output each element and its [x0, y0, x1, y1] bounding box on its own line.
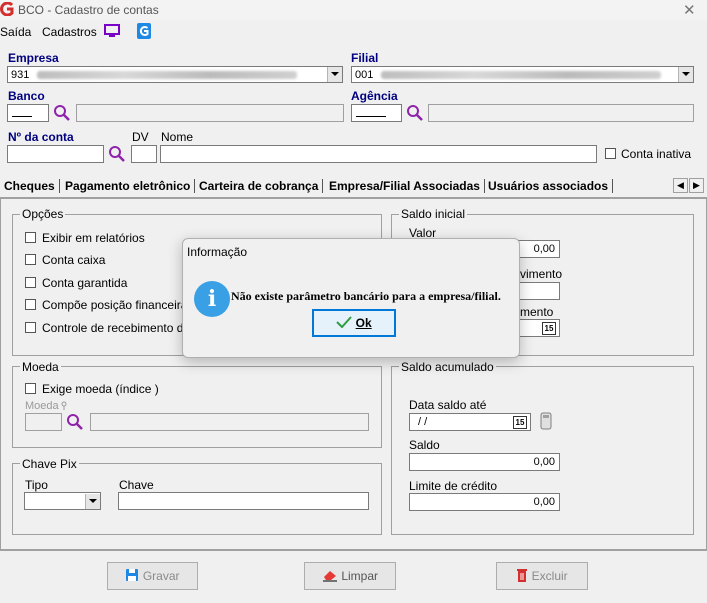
moeda-title: Moeda: [20, 360, 61, 374]
chave-input[interactable]: [118, 492, 369, 510]
conta-input[interactable]: [7, 145, 104, 163]
gravar-button[interactable]: Gravar: [107, 562, 198, 590]
agencia-code-input[interactable]: [351, 104, 402, 122]
tab-scroll-left-button[interactable]: ◀: [673, 178, 688, 193]
chave-label: Chave: [119, 478, 154, 492]
ok-button[interactable]: Ok: [312, 309, 396, 337]
agencia-search-icon[interactable]: [406, 104, 424, 122]
nome-label: Nome: [161, 130, 194, 144]
banco-label: Banco: [8, 89, 45, 103]
moeda-code-input[interactable]: [25, 413, 62, 431]
saldo-acumulado-title: Saldo acumulado: [399, 360, 496, 374]
menu-saida[interactable]: Saída: [0, 25, 31, 39]
conta-inativa-checkbox[interactable]: [605, 148, 616, 159]
chevron-down-icon: [331, 72, 339, 76]
lancamento-label: mento: [520, 305, 554, 319]
saldo-input[interactable]: 0,00: [409, 453, 560, 471]
title-bar: BCO - Cadastro de contas ✕: [0, 0, 707, 20]
tab-usuarios-associados[interactable]: Usuários associados: [484, 179, 614, 193]
tab-cheques[interactable]: Cheques: [0, 179, 60, 193]
tipo-dropdown-button[interactable]: [85, 494, 100, 509]
app-shortcut-icon[interactable]: [137, 23, 151, 39]
controle-recebimento-checkbox[interactable]: [25, 322, 36, 333]
banco-code-input[interactable]: [7, 104, 49, 122]
tab-pagamento-eletronico[interactable]: Pagamento eletrônico: [61, 179, 196, 193]
key-icon: [61, 401, 67, 410]
tipo-label: Tipo: [25, 478, 48, 492]
chave-pix-title: Chave Pix: [20, 457, 79, 471]
dialog-title: Informação: [187, 245, 248, 259]
save-icon: [126, 569, 139, 581]
menu-bar: Saída Cadastros: [0, 21, 707, 45]
compoe-posicao-checkbox[interactable]: [25, 299, 36, 310]
agencia-name-field: [428, 104, 694, 122]
calculator-icon[interactable]: [540, 412, 552, 430]
tab-scroll-right-button[interactable]: ▶: [689, 178, 704, 193]
banco-search-icon[interactable]: [53, 104, 71, 122]
menu-cadastros[interactable]: Cadastros: [42, 25, 97, 39]
footer-separator: [0, 550, 707, 551]
empresa-select[interactable]: 931: [7, 66, 343, 83]
monitor-icon[interactable]: [104, 24, 120, 39]
nome-input[interactable]: [160, 145, 597, 163]
chevron-down-icon: [89, 499, 97, 503]
exige-moeda-checkbox[interactable]: [25, 383, 36, 394]
saldo-inicial-title: Saldo inicial: [399, 207, 468, 221]
limite-credito-label: Limite de crédito: [409, 479, 498, 493]
app-logo-icon: [0, 2, 14, 16]
window-title: BCO - Cadastro de contas: [18, 3, 159, 17]
conta-search-icon[interactable]: [108, 145, 126, 163]
filial-label: Filial: [351, 51, 379, 65]
filial-select[interactable]: 001: [351, 66, 694, 83]
opcoes-title: Opções: [20, 207, 66, 221]
filial-dropdown-button[interactable]: [678, 67, 693, 82]
exige-moeda-label: Exige moeda (índice ): [42, 382, 159, 396]
excluir-button[interactable]: Excluir: [496, 562, 588, 590]
tab-bar: Cheques Pagamento eletrônico Carteira de…: [0, 177, 707, 198]
conta-garantida-checkbox[interactable]: [25, 277, 36, 288]
exibir-relatorios-checkbox[interactable]: [25, 232, 36, 243]
tab-carteira-cobranca[interactable]: Carteira de cobrança: [195, 179, 324, 193]
conta-garantida-label: Conta garantida: [42, 276, 128, 290]
data-saldo-input[interactable]: / / 15: [409, 413, 531, 431]
info-dialog: Informação i Não existe parâmetro bancár…: [182, 238, 520, 358]
dv-label: DV: [132, 130, 149, 144]
dialog-message: Não existe parâmetro bancário para a emp…: [231, 289, 501, 303]
tipo-select[interactable]: [24, 492, 101, 510]
dv-input[interactable]: [131, 145, 157, 163]
agencia-label: Agência: [351, 89, 398, 103]
exibir-relatorios-label: Exibir em relatórios: [42, 231, 145, 245]
chevron-down-icon: [682, 72, 690, 76]
conta-caixa-label: Conta caixa: [42, 253, 106, 267]
eraser-icon: [322, 571, 337, 582]
saldo-label: Saldo: [409, 438, 440, 452]
compoe-posicao-label: Compõe posição financeira: [42, 298, 188, 312]
check-icon: [336, 316, 353, 329]
moeda-name-field: [90, 413, 369, 431]
moeda-search-icon[interactable]: [66, 413, 84, 431]
tab-empresa-filial-associadas[interactable]: Empresa/Filial Associadas: [325, 179, 485, 193]
filial-value: 001: [355, 69, 374, 81]
empresa-value: 931: [11, 69, 30, 81]
limite-credito-input[interactable]: 0,00: [409, 493, 560, 511]
empresa-label: Empresa: [8, 51, 59, 65]
empresa-dropdown-button[interactable]: [327, 67, 342, 82]
info-icon: i: [194, 281, 230, 317]
trash-icon: [517, 569, 528, 582]
conta-caixa-checkbox[interactable]: [25, 254, 36, 265]
calendar-icon[interactable]: 15: [542, 322, 556, 335]
limpar-button[interactable]: Limpar: [304, 562, 396, 590]
data-saldo-label: Data saldo até: [409, 398, 487, 412]
conta-inativa-label: Conta inativa: [621, 147, 692, 161]
moeda-label: Moeda: [25, 400, 59, 412]
vencimento-label: vimento: [520, 267, 563, 281]
calendar-icon[interactable]: 15: [513, 416, 527, 429]
conta-label: Nº da conta: [8, 130, 74, 144]
close-window-button[interactable]: ✕: [683, 1, 696, 19]
banco-name-field: [76, 104, 344, 122]
